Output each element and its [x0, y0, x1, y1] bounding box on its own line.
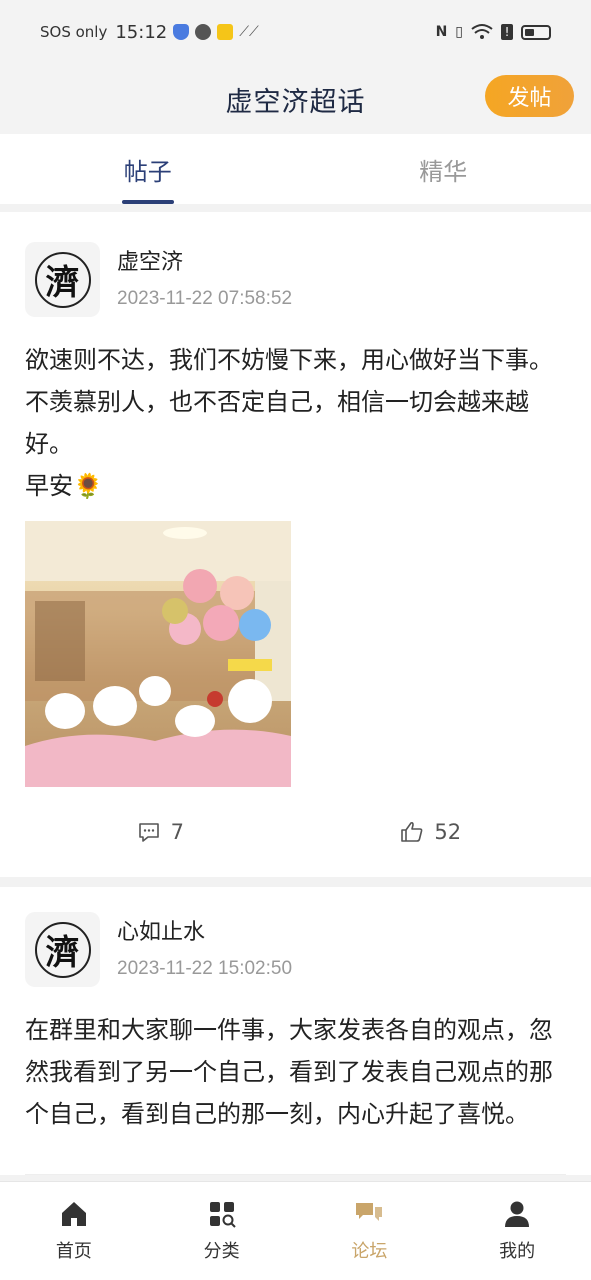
thumbs-up-icon — [401, 821, 423, 842]
avatar[interactable]: 濟 — [25, 912, 100, 987]
post-divider — [25, 1135, 566, 1175]
post-card[interactable]: 濟 心如止水 2023-11-22 15:02:50 在群里和大家聊一件事，大家… — [0, 887, 591, 1175]
home-icon — [61, 1202, 86, 1226]
status-left: SOS only 15:12 ⟋⟋ — [40, 22, 259, 43]
category-icon — [209, 1202, 236, 1228]
forum-icon — [356, 1203, 383, 1221]
post-card[interactable]: 濟 虚空济 2023-11-22 07:58:52 欲速则不达，我们不妨慢下来，… — [0, 212, 591, 877]
bell-icon — [217, 24, 234, 40]
shield-icon — [173, 24, 190, 40]
status-bar: SOS only 15:12 ⟋⟋ N ▯ ! — [0, 0, 591, 64]
nav-profile[interactable]: 我的 — [443, 1182, 591, 1280]
comment-button[interactable]: 7 — [25, 820, 296, 844]
nav-label: 论坛 — [351, 1241, 388, 1262]
post-feed: 濟 虚空济 2023-11-22 07:58:52 欲速则不达，我们不妨慢下来，… — [0, 212, 591, 1185]
like-button[interactable]: 52 — [296, 820, 567, 844]
avatar[interactable]: 濟 — [25, 242, 100, 317]
profile-icon — [505, 1201, 530, 1227]
post-time: 2023-11-22 15:02:50 — [117, 958, 293, 979]
nav-label: 分类 — [203, 1241, 240, 1262]
battery-icon — [521, 24, 551, 40]
status-right: N ▯ ! — [436, 23, 551, 41]
post-photo — [25, 521, 291, 787]
nav-home[interactable]: 首页 — [0, 1182, 148, 1280]
link-icon: ⟋⟋ — [239, 24, 259, 40]
post-meta: 虚空济 2023-11-22 07:58:52 — [117, 242, 292, 310]
post-body: 在群里和大家聊一件事，大家发表各自的观点，忽然我看到了另一个自己，看到了发表自己… — [25, 1016, 553, 1128]
page-title: 虚空济超话 — [225, 86, 366, 118]
tabs: 帖子 精华 — [0, 134, 591, 204]
post-time: 2023-11-22 07:58:52 — [117, 288, 293, 309]
vibrate-icon: ▯ — [455, 24, 463, 40]
nav-label: 我的 — [499, 1241, 536, 1262]
post-actions: 7 52 — [25, 787, 566, 877]
nav-forum[interactable]: 论坛 — [296, 1182, 444, 1280]
post-header: 濟 虚空济 2023-11-22 07:58:52 — [25, 212, 566, 317]
post-meta: 心如止水 2023-11-22 15:02:50 — [117, 912, 292, 980]
tab-posts[interactable]: 帖子 — [0, 134, 296, 204]
nav-label: 首页 — [55, 1241, 92, 1262]
author-name[interactable]: 虚空济 — [117, 244, 292, 276]
nav-category[interactable]: 分类 — [148, 1182, 296, 1280]
app-icon — [195, 24, 212, 40]
nfc-icon: N — [435, 24, 448, 40]
tab-featured[interactable]: 精华 — [296, 134, 591, 204]
author-name[interactable]: 心如止水 — [117, 914, 292, 946]
avatar-glyph: 濟 — [34, 921, 91, 978]
comment-icon — [138, 823, 159, 842]
app-header: 虚空济超话 发帖 — [0, 64, 591, 134]
carrier-label: SOS only — [40, 23, 108, 41]
post-header: 濟 心如止水 2023-11-22 15:02:50 — [25, 887, 566, 987]
post-image[interactable] — [25, 521, 291, 787]
alert-icon: ! — [501, 24, 513, 40]
wifi-icon — [471, 24, 493, 39]
avatar-glyph: 濟 — [34, 251, 91, 308]
comment-count: 7 — [170, 820, 184, 844]
post-body: 欲速则不达，我们不妨慢下来，用心做好当下事。不羡慕别人，也不否定自己，相信一切会… — [25, 346, 553, 500]
post-button[interactable]: 发帖 — [485, 75, 574, 117]
clock: 15:12 — [115, 21, 168, 43]
like-count: 52 — [434, 820, 462, 844]
bottom-nav: 首页 分类 论坛 我的 — [0, 1181, 591, 1280]
